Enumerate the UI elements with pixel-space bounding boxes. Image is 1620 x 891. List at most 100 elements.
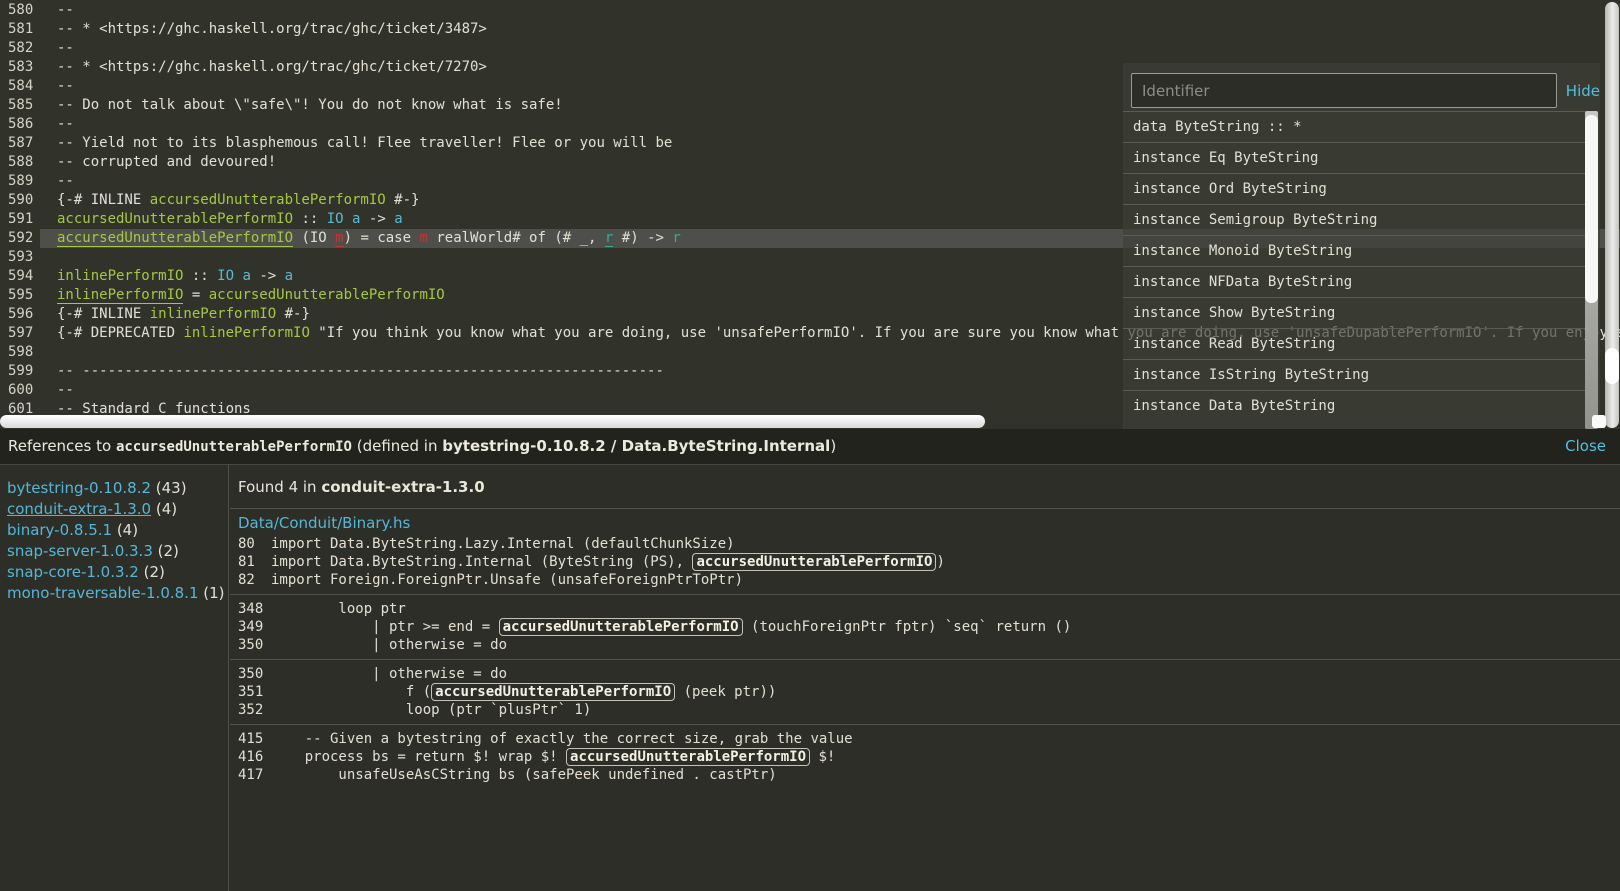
package-link[interactable]: conduit-extra-1.3.0 <box>7 500 151 518</box>
identifier-token[interactable]: a <box>242 268 250 284</box>
line-number: 581 <box>0 20 57 39</box>
identifier-token[interactable]: a <box>394 211 402 227</box>
found-package: conduit-extra-1.3.0 <box>321 478 484 496</box>
code-text: -- <box>57 40 74 56</box>
line-number: 81 <box>238 553 271 571</box>
snippet-group: 80import Data.ByteString.Lazy.Internal (… <box>238 535 1620 594</box>
code-text: ) <box>936 554 944 570</box>
editor-vertical-scrollbar[interactable] <box>1605 2 1619 428</box>
code-text: :: <box>293 211 327 227</box>
code-text: (peek ptr)) <box>675 684 776 700</box>
line-number: 348 <box>238 600 271 618</box>
package-item: snap-server-1.0.3.3 (2) <box>7 541 228 561</box>
identifier-token[interactable]: inlinePerformIO <box>57 268 183 284</box>
identifier-search-input[interactable] <box>1131 73 1557 108</box>
identifier-result-item[interactable]: instance IsString ByteString <box>1123 359 1585 390</box>
code-text: | otherwise = do <box>271 637 507 653</box>
identifier-result-list: data ByteString :: *instance Eq ByteStri… <box>1123 111 1585 429</box>
identifier-result-item[interactable]: instance Show ByteString <box>1123 297 1585 328</box>
line-number: 82 <box>238 571 271 589</box>
reference-occurrence[interactable]: accursedUnutterablePerformIO <box>566 748 810 766</box>
snippet-line: 81import Data.ByteString.Internal (ByteS… <box>238 553 1620 571</box>
code-text: -> <box>251 268 285 284</box>
references-title-prefix: References to <box>8 437 116 455</box>
code-text: process bs = return $! wrap $! <box>271 749 566 765</box>
package-link[interactable]: snap-server-1.0.3.3 <box>7 542 153 560</box>
code-text: -- <box>57 2 74 18</box>
code-text: import Foreign.ForeignPtr.Unsafe (unsafe… <box>271 572 743 588</box>
references-package: bytestring-0.10.8.2 <box>442 437 605 455</box>
snippet-line: 350 | otherwise = do <box>238 665 1620 683</box>
results-divider <box>230 508 1620 509</box>
line-number: 591 <box>0 210 57 229</box>
reference-occurrence[interactable]: accursedUnutterablePerformIO <box>499 618 743 636</box>
identifier-token[interactable]: IO <box>327 211 344 227</box>
code-text: -- <box>57 78 74 94</box>
code-text: unsafeUseAsCString bs (safePeek undefine… <box>271 767 777 783</box>
code-line: 582-- <box>0 39 1620 58</box>
horizontal-scrollbar-end[interactable] <box>1592 415 1606 428</box>
panel-scrollbar-thumb[interactable] <box>1585 115 1598 303</box>
snippet-line: 352 loop (ptr `plusPtr` 1) <box>238 701 1620 719</box>
code-text: import Data.ByteString.Internal (ByteStr… <box>271 554 692 570</box>
line-number: 598 <box>0 343 57 362</box>
identifier-result-item[interactable]: instance Eq ByteString <box>1123 142 1585 173</box>
code-text: #-} <box>386 192 420 208</box>
results-pane: Found 4 in conduit-extra-1.3.0 Data/Cond… <box>230 465 1620 891</box>
identifier-token[interactable]: inlinePerformIO <box>150 306 276 322</box>
identifier-result-item[interactable]: instance Monoid ByteString <box>1123 235 1585 266</box>
code-text: = <box>183 287 208 303</box>
identifier-token[interactable]: accursedUnutterablePerformIO <box>209 287 445 303</box>
package-link[interactable]: mono-traversable-1.0.8.1 <box>7 584 199 602</box>
identifier-token[interactable]: inlinePerformIO <box>57 287 183 304</box>
references-separator: / <box>606 437 622 455</box>
snippet-group: 415 -- Given a bytestring of exactly the… <box>230 724 1620 789</box>
snippet-line: 417 unsafeUseAsCString bs (safePeek unde… <box>238 766 1620 784</box>
identifier-result-item[interactable]: instance Semigroup ByteString <box>1123 204 1585 235</box>
package-count: (4) <box>112 521 138 539</box>
identifier-token[interactable]: a <box>285 268 293 284</box>
package-link[interactable]: bytestring-0.10.8.2 <box>7 479 151 497</box>
code-text: :: <box>183 268 217 284</box>
line-number: 80 <box>238 535 271 553</box>
reference-occurrence[interactable]: accursedUnutterablePerformIO <box>692 553 936 571</box>
code-line: 581-- * <https://ghc.haskell.org/trac/gh… <box>0 20 1620 39</box>
snippet-groups: 80import Data.ByteString.Lazy.Internal (… <box>238 535 1620 789</box>
line-number: 351 <box>238 683 271 701</box>
identifier-result-item[interactable]: instance NFData ByteString <box>1123 266 1585 297</box>
snippet-group: 348 loop ptr349 | ptr >= end = accursedU… <box>230 594 1620 659</box>
code-text: $! <box>810 749 835 765</box>
identifier-token[interactable]: r <box>672 230 680 246</box>
code-text: ) = case <box>344 230 420 246</box>
close-button[interactable]: Close <box>1565 429 1606 464</box>
identifier-token[interactable]: inlinePerformIO <box>183 325 309 341</box>
identifier-token[interactable]: accursedUnutterablePerformIO <box>57 230 293 247</box>
editor-vertical-scrollbar-thumb[interactable] <box>1605 348 1619 384</box>
identifier-token[interactable]: accursedUnutterablePerformIO <box>57 211 293 227</box>
reference-occurrence[interactable]: accursedUnutterablePerformIO <box>431 683 675 701</box>
line-number: 582 <box>0 39 57 58</box>
package-link[interactable]: binary-0.8.5.1 <box>7 521 112 539</box>
identifier-result-item[interactable]: data ByteString :: * <box>1123 111 1585 142</box>
line-number: 349 <box>238 618 271 636</box>
line-number: 584 <box>0 77 57 96</box>
identifier-token[interactable]: IO <box>217 268 234 284</box>
file-link[interactable]: Data/Conduit/Binary.hs <box>238 514 410 532</box>
snippet-line: 415 -- Given a bytestring of exactly the… <box>238 730 1620 748</box>
identifier-result-item[interactable]: instance Ord ByteString <box>1123 173 1585 204</box>
hide-button[interactable]: Hide <box>1566 82 1600 100</box>
package-item: binary-0.8.5.1 (4) <box>7 520 228 540</box>
panel-scrollbar[interactable] <box>1585 111 1598 429</box>
identifier-result-item[interactable]: instance Read ByteString <box>1123 328 1585 359</box>
package-item: snap-core-1.0.3.2 (2) <box>7 562 228 582</box>
line-number: 595 <box>0 286 57 305</box>
code-text: realWorld# of (# _, <box>428 230 605 246</box>
identifier-token[interactable]: m <box>419 230 427 246</box>
horizontal-scrollbar-thumb[interactable] <box>0 415 985 428</box>
identifier-result-item[interactable]: instance Data ByteString <box>1123 390 1585 421</box>
package-link[interactable]: snap-core-1.0.3.2 <box>7 563 139 581</box>
identifier-token[interactable]: m <box>335 230 343 247</box>
line-number: 415 <box>238 730 271 748</box>
identifier-token[interactable]: accursedUnutterablePerformIO <box>150 192 386 208</box>
references-bar: References to accursedUnutterablePerform… <box>0 429 1620 465</box>
